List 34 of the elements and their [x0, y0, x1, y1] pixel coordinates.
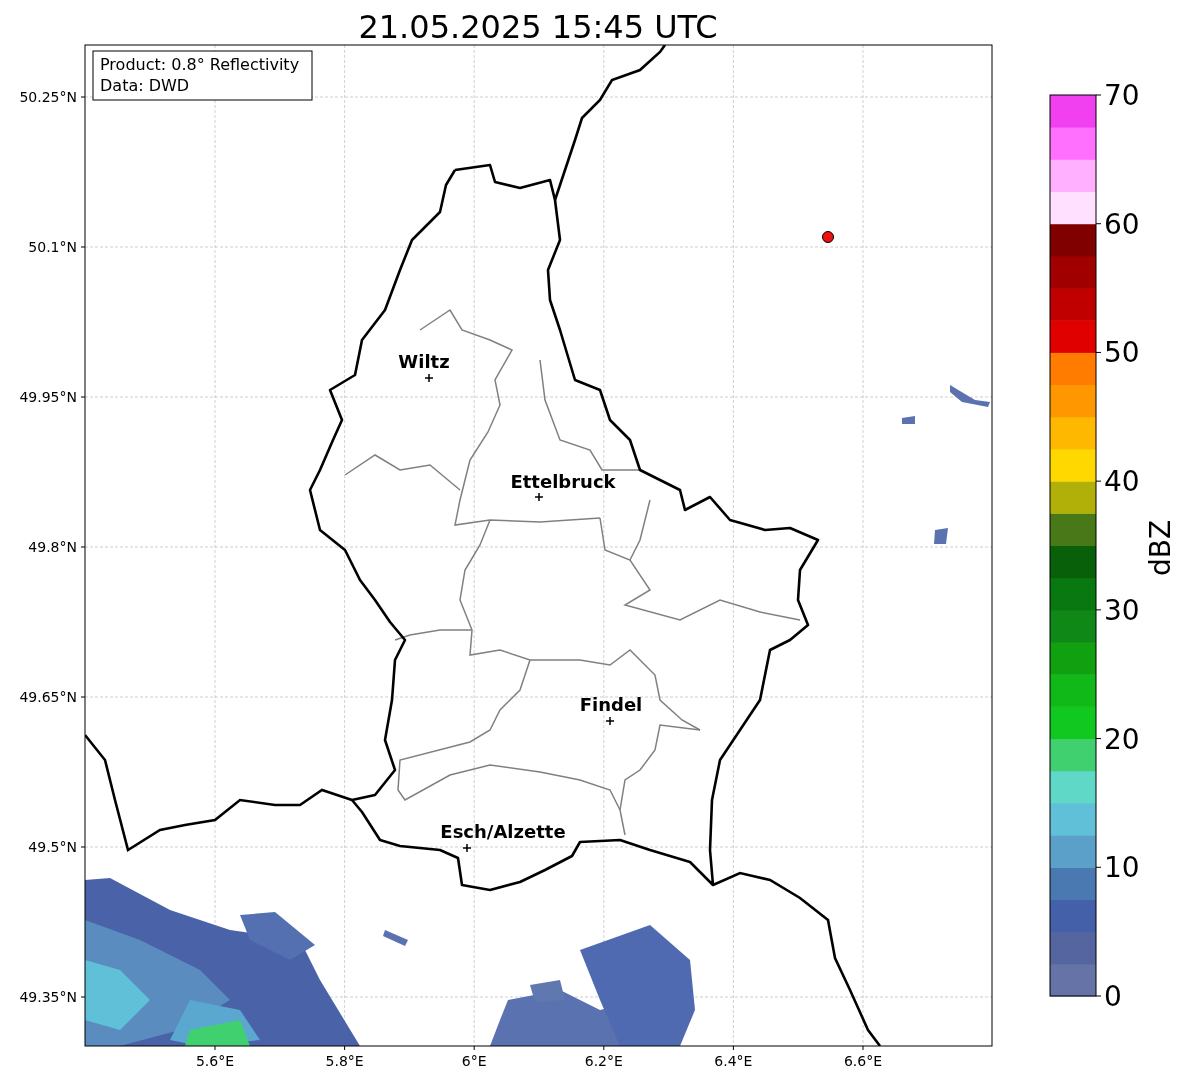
colorbar-tick-label: 40 — [1104, 465, 1140, 499]
colorbar-title: dBZ — [1144, 519, 1177, 577]
city-label: Findel — [579, 694, 643, 715]
city-label: Wiltz — [398, 351, 450, 372]
longitude-label: 6.6°E — [843, 1053, 883, 1069]
colorbar-tick-label: 20 — [1104, 722, 1140, 756]
colorbar-tick-label: 60 — [1104, 207, 1140, 241]
info-text: Data: DWD — [100, 76, 190, 95]
longitude-label: 5.6°E — [195, 1053, 235, 1069]
chart-title: 21.05.2025 15:45 UTC — [358, 8, 718, 46]
latitude-label: 49.35°N — [19, 989, 77, 1005]
latitude-label: 50.1°N — [28, 239, 77, 255]
city-marker-icon — [534, 492, 544, 502]
city-label: Ettelbruck — [510, 471, 616, 492]
colorbar-tick-label: 10 — [1104, 851, 1140, 885]
colorbar-tick-label: 70 — [1104, 79, 1140, 112]
longitude-label: 6.2°E — [584, 1053, 623, 1069]
latitude-label: 49.65°N — [19, 689, 77, 705]
city-marker-icon — [424, 373, 434, 383]
location-marker — [822, 231, 834, 243]
city-label: Esch/Alzette — [440, 821, 566, 842]
longitude-label: 5.8°E — [325, 1053, 364, 1069]
longitude-label: 6°E — [461, 1053, 487, 1069]
city-marker-icon — [605, 716, 615, 726]
colorbar-tick-label: 50 — [1104, 336, 1140, 370]
latitude-label: 49.95°N — [19, 389, 77, 405]
latitude-label: 50.25°N — [19, 89, 77, 105]
colorbar-tick-label: 0 — [1104, 980, 1122, 1013]
info-text: Product: 0.8° Reflectivity — [100, 55, 300, 74]
latitude-label: 49.8°N — [28, 539, 77, 555]
latitude-label: 49.5°N — [28, 839, 77, 855]
city-marker-icon — [462, 843, 472, 853]
colorbar-tick-label: 30 — [1104, 593, 1140, 627]
longitude-label: 6.4°E — [714, 1053, 753, 1069]
